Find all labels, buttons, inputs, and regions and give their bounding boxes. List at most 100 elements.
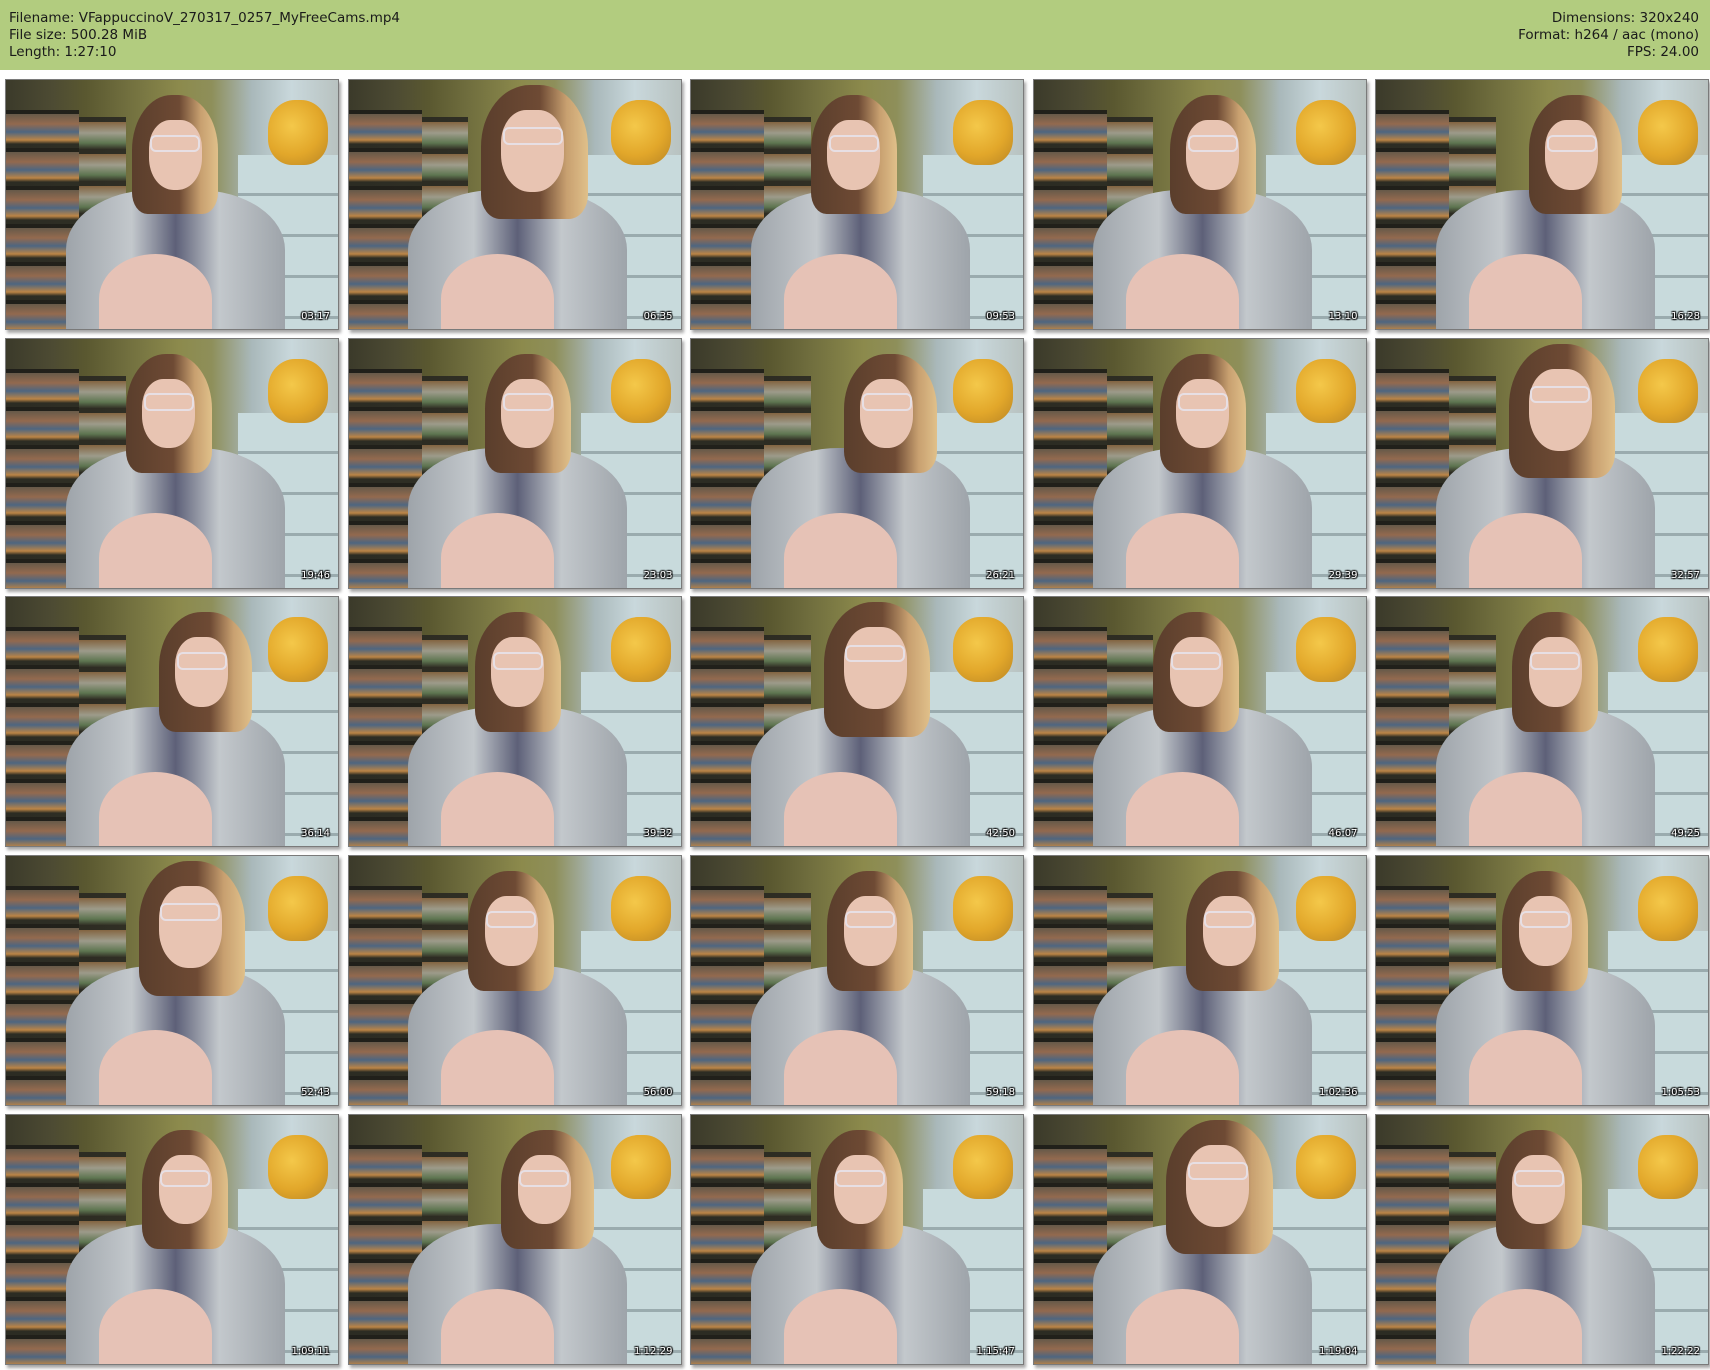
thumbnail-timestamp: 29:39 bbox=[1328, 569, 1358, 581]
glasses-icon bbox=[1530, 652, 1581, 670]
thumbnail-frame-image bbox=[348, 856, 681, 1106]
thumbnail-frame-image bbox=[1033, 1114, 1366, 1364]
thumbnail-frame-image bbox=[6, 338, 338, 588]
thumbnail-timestamp: 06:35 bbox=[643, 311, 673, 322]
video-thumbnail[interactable]: 1:09:11 bbox=[5, 1113, 339, 1365]
plush-toy bbox=[610, 876, 671, 941]
person-face bbox=[501, 109, 565, 193]
glasses-icon bbox=[1171, 652, 1222, 670]
thumbnail-grid: 03:17 06:35 09:53 13:10 16:28 19:46 23:03 26:21… bbox=[5, 79, 1709, 1365]
thumbnail-frame-image bbox=[1376, 856, 1708, 1106]
glasses-icon bbox=[502, 127, 563, 145]
thumbnail-timestamp: 26:21 bbox=[986, 569, 1015, 581]
thumbnail-timestamp: 49:25 bbox=[1671, 828, 1700, 840]
video-thumbnail[interactable]: 36:14 bbox=[5, 596, 339, 848]
person-face bbox=[1528, 368, 1592, 451]
person-face bbox=[517, 1154, 571, 1225]
plush-toy bbox=[953, 617, 1014, 683]
person-face bbox=[142, 378, 196, 449]
glasses-icon bbox=[1187, 1162, 1248, 1180]
thumbnail-timestamp: 03:17 bbox=[301, 311, 330, 322]
plush-toy bbox=[953, 876, 1014, 941]
person-face bbox=[833, 1154, 887, 1225]
fps-text: FPS: 24.00 bbox=[1627, 44, 1699, 60]
person-face bbox=[827, 119, 881, 190]
glasses-icon bbox=[1513, 1169, 1564, 1187]
video-thumbnail[interactable]: 42:50 bbox=[690, 596, 1024, 848]
thumbnail-frame-image bbox=[691, 80, 1023, 329]
glasses-icon bbox=[1187, 134, 1238, 153]
thumbnail-timestamp: 19:46 bbox=[301, 569, 330, 581]
video-thumbnail[interactable]: 32:57 bbox=[1375, 337, 1709, 589]
video-thumbnail[interactable]: 56:00 bbox=[347, 855, 682, 1107]
plush-toy bbox=[268, 876, 329, 941]
person-face bbox=[1202, 895, 1256, 966]
video-thumbnail[interactable]: 29:39 bbox=[1032, 337, 1367, 589]
plush-toy bbox=[1295, 1134, 1356, 1200]
glasses-icon bbox=[828, 134, 879, 153]
video-thumbnail[interactable]: 1:12:29 bbox=[347, 1113, 682, 1365]
glasses-icon bbox=[845, 644, 906, 663]
video-thumbnail[interactable]: 09:53 bbox=[690, 79, 1024, 330]
plush-toy bbox=[610, 617, 671, 683]
thumbnail-timestamp: 46:07 bbox=[1328, 828, 1358, 840]
video-thumbnail[interactable]: 23:03 bbox=[347, 337, 682, 589]
video-thumbnail[interactable]: 06:35 bbox=[347, 79, 682, 330]
video-thumbnail[interactable]: 46:07 bbox=[1032, 596, 1367, 848]
plush-toy bbox=[1638, 617, 1699, 683]
video-thumbnail[interactable]: 49:25 bbox=[1375, 596, 1709, 848]
plush-toy bbox=[1638, 876, 1699, 941]
thumbnail-frame-image bbox=[1033, 80, 1366, 329]
video-thumbnail[interactable]: 1:05:53 bbox=[1375, 855, 1709, 1107]
video-thumbnail[interactable]: 03:17 bbox=[5, 79, 339, 330]
file-info-left: Filename: VFappuccinoV_270317_0257_MyFre… bbox=[9, 10, 400, 61]
video-thumbnail[interactable]: 52:43 bbox=[5, 855, 339, 1107]
person-face bbox=[860, 378, 914, 449]
person-face bbox=[1545, 119, 1599, 190]
video-thumbnail[interactable]: 1:02:36 bbox=[1032, 855, 1367, 1107]
video-thumbnail[interactable]: 1:19:04 bbox=[1032, 1113, 1367, 1365]
video-thumbnail[interactable]: 19:46 bbox=[5, 337, 339, 589]
glasses-icon bbox=[486, 910, 537, 929]
video-thumbnail[interactable]: 26:21 bbox=[690, 337, 1024, 589]
thumbnail-timestamp: 39:32 bbox=[643, 828, 673, 840]
glasses-icon bbox=[861, 393, 912, 411]
video-thumbnail[interactable]: 39:32 bbox=[347, 596, 682, 848]
video-thumbnail[interactable]: 16:28 bbox=[1375, 79, 1709, 330]
filesize-text: File size: 500.28 MiB bbox=[9, 27, 148, 43]
format-text: Format: h264 / aac (mono) bbox=[1518, 27, 1699, 43]
thumbnail-timestamp: 1:09:11 bbox=[291, 1345, 330, 1357]
thumbnail-frame-image bbox=[348, 80, 681, 329]
thumbnail-timestamp: 52:43 bbox=[301, 1087, 330, 1099]
thumbnail-timestamp: 09:53 bbox=[986, 311, 1015, 322]
person-face bbox=[1186, 119, 1240, 190]
thumbnail-frame-image bbox=[6, 597, 338, 847]
glasses-icon bbox=[1530, 385, 1591, 404]
plush-toy bbox=[610, 1134, 671, 1200]
plush-toy bbox=[953, 99, 1014, 165]
plush-toy bbox=[610, 99, 671, 165]
thumbnail-timestamp: 1:15:47 bbox=[976, 1345, 1015, 1357]
thumbnail-timestamp: 1:22:22 bbox=[1661, 1345, 1700, 1357]
thumbnail-frame-image bbox=[348, 338, 681, 588]
video-thumbnail[interactable]: 1:15:47 bbox=[690, 1113, 1024, 1365]
thumbnail-frame-image bbox=[691, 1114, 1023, 1364]
person-face bbox=[491, 637, 545, 707]
video-thumbnail[interactable]: 1:22:22 bbox=[1375, 1113, 1709, 1365]
video-thumbnail[interactable]: 13:10 bbox=[1032, 79, 1367, 330]
length-text: Length: 1:27:10 bbox=[9, 44, 117, 60]
thumbnail-timestamp: 1:05:53 bbox=[1661, 1087, 1700, 1099]
dimensions-text: Dimensions: 320x240 bbox=[1551, 10, 1699, 26]
person-face bbox=[1512, 1154, 1566, 1225]
plush-toy bbox=[268, 1134, 329, 1200]
thumbnail-timestamp: 59:18 bbox=[986, 1087, 1015, 1099]
thumbnail-frame-image bbox=[348, 597, 681, 847]
person-face bbox=[158, 885, 222, 969]
glasses-icon bbox=[143, 393, 194, 411]
glasses-icon bbox=[835, 1169, 886, 1187]
glasses-icon bbox=[150, 134, 201, 153]
thumbnail-frame-image bbox=[691, 856, 1023, 1106]
video-thumbnail[interactable]: 59:18 bbox=[690, 855, 1024, 1107]
thumbnail-frame-image bbox=[1376, 1114, 1708, 1364]
plush-toy bbox=[1638, 1134, 1699, 1200]
